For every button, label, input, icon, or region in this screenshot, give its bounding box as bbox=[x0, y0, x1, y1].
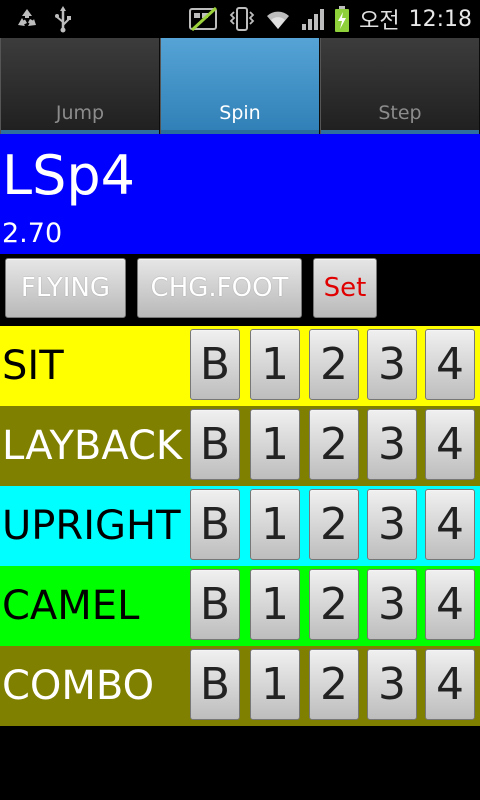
signal-icon bbox=[301, 7, 325, 31]
level-2-button[interactable]: 2 bbox=[309, 329, 359, 400]
spin-row-upright: UPRIGHT B 1 2 3 4 bbox=[0, 486, 480, 566]
level-base-button[interactable]: B bbox=[190, 409, 240, 480]
set-button[interactable]: Set bbox=[313, 258, 377, 318]
level-3-button[interactable]: 3 bbox=[367, 329, 417, 400]
spin-row-label: COMBO bbox=[2, 663, 155, 709]
level-base-button[interactable]: B bbox=[190, 569, 240, 640]
tab-spin-label: Spin bbox=[219, 102, 261, 124]
level-3-button[interactable]: 3 bbox=[367, 409, 417, 480]
level-2-button[interactable]: 2 bbox=[309, 569, 359, 640]
spin-row-label: LAYBACK bbox=[2, 423, 183, 469]
recycle-icon bbox=[14, 6, 40, 32]
spin-row-layback: LAYBACK B 1 2 3 4 bbox=[0, 406, 480, 486]
level-4-button[interactable]: 4 bbox=[425, 329, 475, 400]
status-am-pm: 오전 bbox=[359, 9, 400, 34]
element-code: LSp4 bbox=[2, 144, 135, 207]
level-2-button[interactable]: 2 bbox=[309, 489, 359, 560]
level-3-button[interactable]: 3 bbox=[367, 649, 417, 720]
no-sim-icon bbox=[188, 6, 220, 32]
level-4-button[interactable]: 4 bbox=[425, 489, 475, 560]
tab-jump[interactable]: Jump bbox=[0, 38, 160, 134]
wifi-icon bbox=[264, 7, 292, 31]
status-time: 12:18 bbox=[408, 6, 472, 32]
level-1-button[interactable]: 1 bbox=[250, 649, 300, 720]
level-2-button[interactable]: 2 bbox=[309, 649, 359, 720]
level-4-button[interactable]: 4 bbox=[425, 409, 475, 480]
modifier-row: FLYING CHG.FOOT Set bbox=[0, 254, 480, 326]
tab-jump-label: Jump bbox=[55, 102, 105, 124]
spin-row-sit: SIT B 1 2 3 4 bbox=[0, 326, 480, 406]
level-2-button[interactable]: 2 bbox=[309, 409, 359, 480]
level-base-button[interactable]: B bbox=[190, 649, 240, 720]
level-base-button[interactable]: B bbox=[190, 329, 240, 400]
tab-bar: Jump Spin Step bbox=[0, 38, 480, 134]
spin-row-label: SIT bbox=[2, 343, 64, 389]
battery-charging-icon bbox=[334, 5, 350, 33]
flying-button[interactable]: FLYING bbox=[5, 258, 126, 318]
level-4-button[interactable]: 4 bbox=[425, 649, 475, 720]
spin-row-camel: CAMEL B 1 2 3 4 bbox=[0, 566, 480, 646]
level-3-button[interactable]: 3 bbox=[367, 489, 417, 560]
change-foot-button[interactable]: CHG.FOOT bbox=[137, 258, 302, 318]
level-base-button[interactable]: B bbox=[190, 489, 240, 560]
tab-step-label: Step bbox=[378, 102, 422, 124]
spin-row-label: CAMEL bbox=[2, 583, 140, 629]
tab-spin[interactable]: Spin bbox=[160, 38, 320, 134]
level-3-button[interactable]: 3 bbox=[367, 569, 417, 640]
level-1-button[interactable]: 1 bbox=[250, 569, 300, 640]
status-bar: 오전 12:18 bbox=[0, 0, 480, 38]
level-4-button[interactable]: 4 bbox=[425, 569, 475, 640]
spin-row-combo: COMBO B 1 2 3 4 bbox=[0, 646, 480, 726]
tab-step[interactable]: Step bbox=[320, 38, 480, 134]
level-1-button[interactable]: 1 bbox=[250, 409, 300, 480]
level-1-button[interactable]: 1 bbox=[250, 329, 300, 400]
level-1-button[interactable]: 1 bbox=[250, 489, 300, 560]
spin-row-label: UPRIGHT bbox=[2, 503, 181, 549]
element-base-value: 2.70 bbox=[2, 218, 63, 249]
element-header: LSp4 2.70 bbox=[0, 134, 480, 254]
vibrate-icon bbox=[229, 6, 255, 32]
usb-icon bbox=[54, 5, 72, 33]
